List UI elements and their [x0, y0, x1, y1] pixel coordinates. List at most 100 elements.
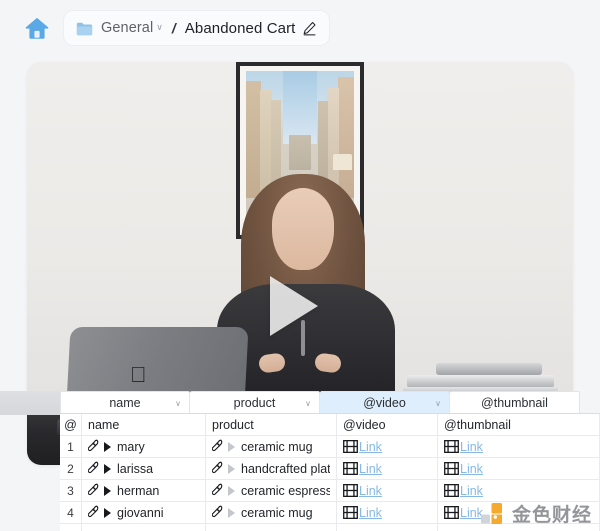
cell-thumbnail[interactable]: Link — [438, 458, 600, 479]
play-icon[interactable] — [104, 507, 111, 518]
data-table: name ∨ product ∨ @video ∨ @thumbnail @ n… — [60, 391, 600, 531]
cell-value: ceramic espresso — [241, 483, 330, 498]
cell-product[interactable]: ceramic mug — [206, 436, 337, 457]
film-icon — [343, 506, 358, 519]
column-header-video: @video — [337, 414, 438, 435]
microphone-icon[interactable] — [88, 483, 101, 498]
film-icon — [444, 440, 459, 453]
breadcrumb-bar: General ∨ / Abandoned Cart — [0, 0, 600, 56]
row-index: 4 — [60, 502, 82, 523]
cell-value: larissa — [117, 461, 154, 476]
thumbnail-link[interactable]: Link — [460, 462, 483, 476]
cell-product[interactable]: ceramic mug — [206, 502, 337, 523]
cell-name[interactable]: herman — [82, 480, 206, 501]
table-row[interactable]: 2 larissa handcrafted plate Link Link — [60, 458, 600, 480]
cell-video[interactable]: Link — [337, 502, 438, 523]
column-header-name: name — [82, 414, 206, 435]
cell-product[interactable]: ceramic espresso — [206, 480, 337, 501]
cell-value: ceramic mug — [241, 439, 313, 454]
film-icon — [444, 506, 459, 519]
breadcrumb-folder-label[interactable]: General — [101, 20, 153, 36]
page-title: Abandoned Cart — [184, 19, 296, 37]
microphone-icon[interactable] — [212, 439, 225, 454]
presenter-face — [272, 188, 334, 270]
cell-value: herman — [117, 483, 160, 498]
film-icon — [343, 462, 358, 475]
play-icon[interactable] — [228, 441, 235, 452]
play-icon[interactable] — [228, 485, 235, 496]
row-index: 2 — [60, 458, 82, 479]
microphone-icon[interactable] — [212, 483, 225, 498]
play-icon[interactable] — [104, 463, 111, 474]
microphone-icon[interactable] — [88, 461, 101, 476]
breadcrumb: General ∨ / Abandoned Cart — [64, 11, 330, 45]
thumbnail-link[interactable]: Link — [460, 440, 483, 454]
cell-video[interactable]: Link — [337, 458, 438, 479]
column-mapper-label: @thumbnail — [481, 396, 548, 410]
cell-value: mary — [117, 439, 145, 454]
chevron-down-icon[interactable]: ∨ — [175, 399, 181, 408]
column-mapper-thumbnail[interactable]: @thumbnail — [450, 391, 580, 415]
table-row[interactable]: 3 herman ceramic espresso Link Link — [60, 480, 600, 502]
home-icon[interactable] — [24, 15, 50, 41]
video-link[interactable]: Link — [359, 440, 382, 454]
cell-video[interactable]: Link — [337, 480, 438, 501]
column-mapper-product[interactable]: product ∨ — [190, 391, 320, 415]
watermark: 金色财经 — [480, 500, 592, 527]
microphone-icon[interactable] — [88, 505, 101, 520]
chevron-down-icon[interactable]: ∨ — [156, 22, 163, 33]
cell-video[interactable] — [337, 524, 438, 531]
cell-name[interactable] — [82, 524, 206, 531]
column-mapper-name[interactable]: name ∨ — [60, 391, 190, 415]
video-link[interactable]: Link — [359, 462, 382, 476]
film-icon — [444, 484, 459, 497]
cell-name[interactable]: larissa — [82, 458, 206, 479]
thumbnail-link[interactable]: Link — [460, 484, 483, 498]
jinse-logo-icon — [480, 502, 502, 524]
column-mapper-label: product — [233, 396, 276, 410]
cell-product[interactable]: handcrafted plate — [206, 458, 337, 479]
apple-logo-icon:  — [130, 364, 150, 387]
grid-corner — [0, 391, 60, 415]
chevron-down-icon[interactable]: ∨ — [435, 399, 441, 408]
film-icon — [444, 462, 459, 475]
chevron-down-icon[interactable]: ∨ — [305, 399, 311, 408]
microphone-icon[interactable] — [88, 439, 101, 454]
column-mapper-video[interactable]: @video ∨ — [320, 391, 450, 415]
play-icon[interactable] — [228, 463, 235, 474]
cell-name[interactable]: mary — [82, 436, 206, 457]
column-header-product: product — [206, 414, 337, 435]
column-header-index: @ — [60, 414, 82, 435]
microphone-icon[interactable] — [212, 461, 225, 476]
cell-video[interactable]: Link — [337, 436, 438, 457]
pencil-icon[interactable] — [302, 21, 317, 36]
video-link[interactable]: Link — [359, 506, 382, 520]
row-index: 1 — [60, 436, 82, 457]
column-mapper-label: name — [109, 396, 141, 410]
play-icon[interactable] — [228, 507, 235, 518]
cell-thumbnail[interactable]: Link — [438, 480, 600, 501]
column-mapping-row: name ∨ product ∨ @video ∨ @thumbnail — [60, 391, 600, 415]
app-root: General ∨ / Abandoned Cart name ∨ produc… — [0, 0, 600, 531]
play-button[interactable] — [270, 276, 318, 336]
play-icon[interactable] — [104, 485, 111, 496]
video-link[interactable]: Link — [359, 484, 382, 498]
cell-value: ceramic mug — [241, 505, 313, 520]
microphone-icon[interactable] — [212, 505, 225, 520]
row-index — [60, 524, 82, 531]
breadcrumb-separator: / — [171, 20, 176, 36]
cell-value: giovanni — [117, 505, 164, 520]
film-icon — [343, 440, 358, 453]
play-icon[interactable] — [104, 441, 111, 452]
table-row[interactable]: 1 mary ceramic mug Link Link — [60, 436, 600, 458]
film-icon — [343, 484, 358, 497]
watermark-text: 金色财经 — [511, 504, 592, 526]
cell-product[interactable] — [206, 524, 337, 531]
cell-thumbnail[interactable]: Link — [438, 436, 600, 457]
table-header-row: @ name product @video @thumbnail — [60, 414, 600, 436]
row-index: 3 — [60, 480, 82, 501]
cell-name[interactable]: giovanni — [82, 502, 206, 523]
column-mapper-label: @video — [363, 396, 406, 410]
column-header-thumbnail: @thumbnail — [438, 414, 600, 435]
folder-icon[interactable] — [76, 21, 93, 36]
